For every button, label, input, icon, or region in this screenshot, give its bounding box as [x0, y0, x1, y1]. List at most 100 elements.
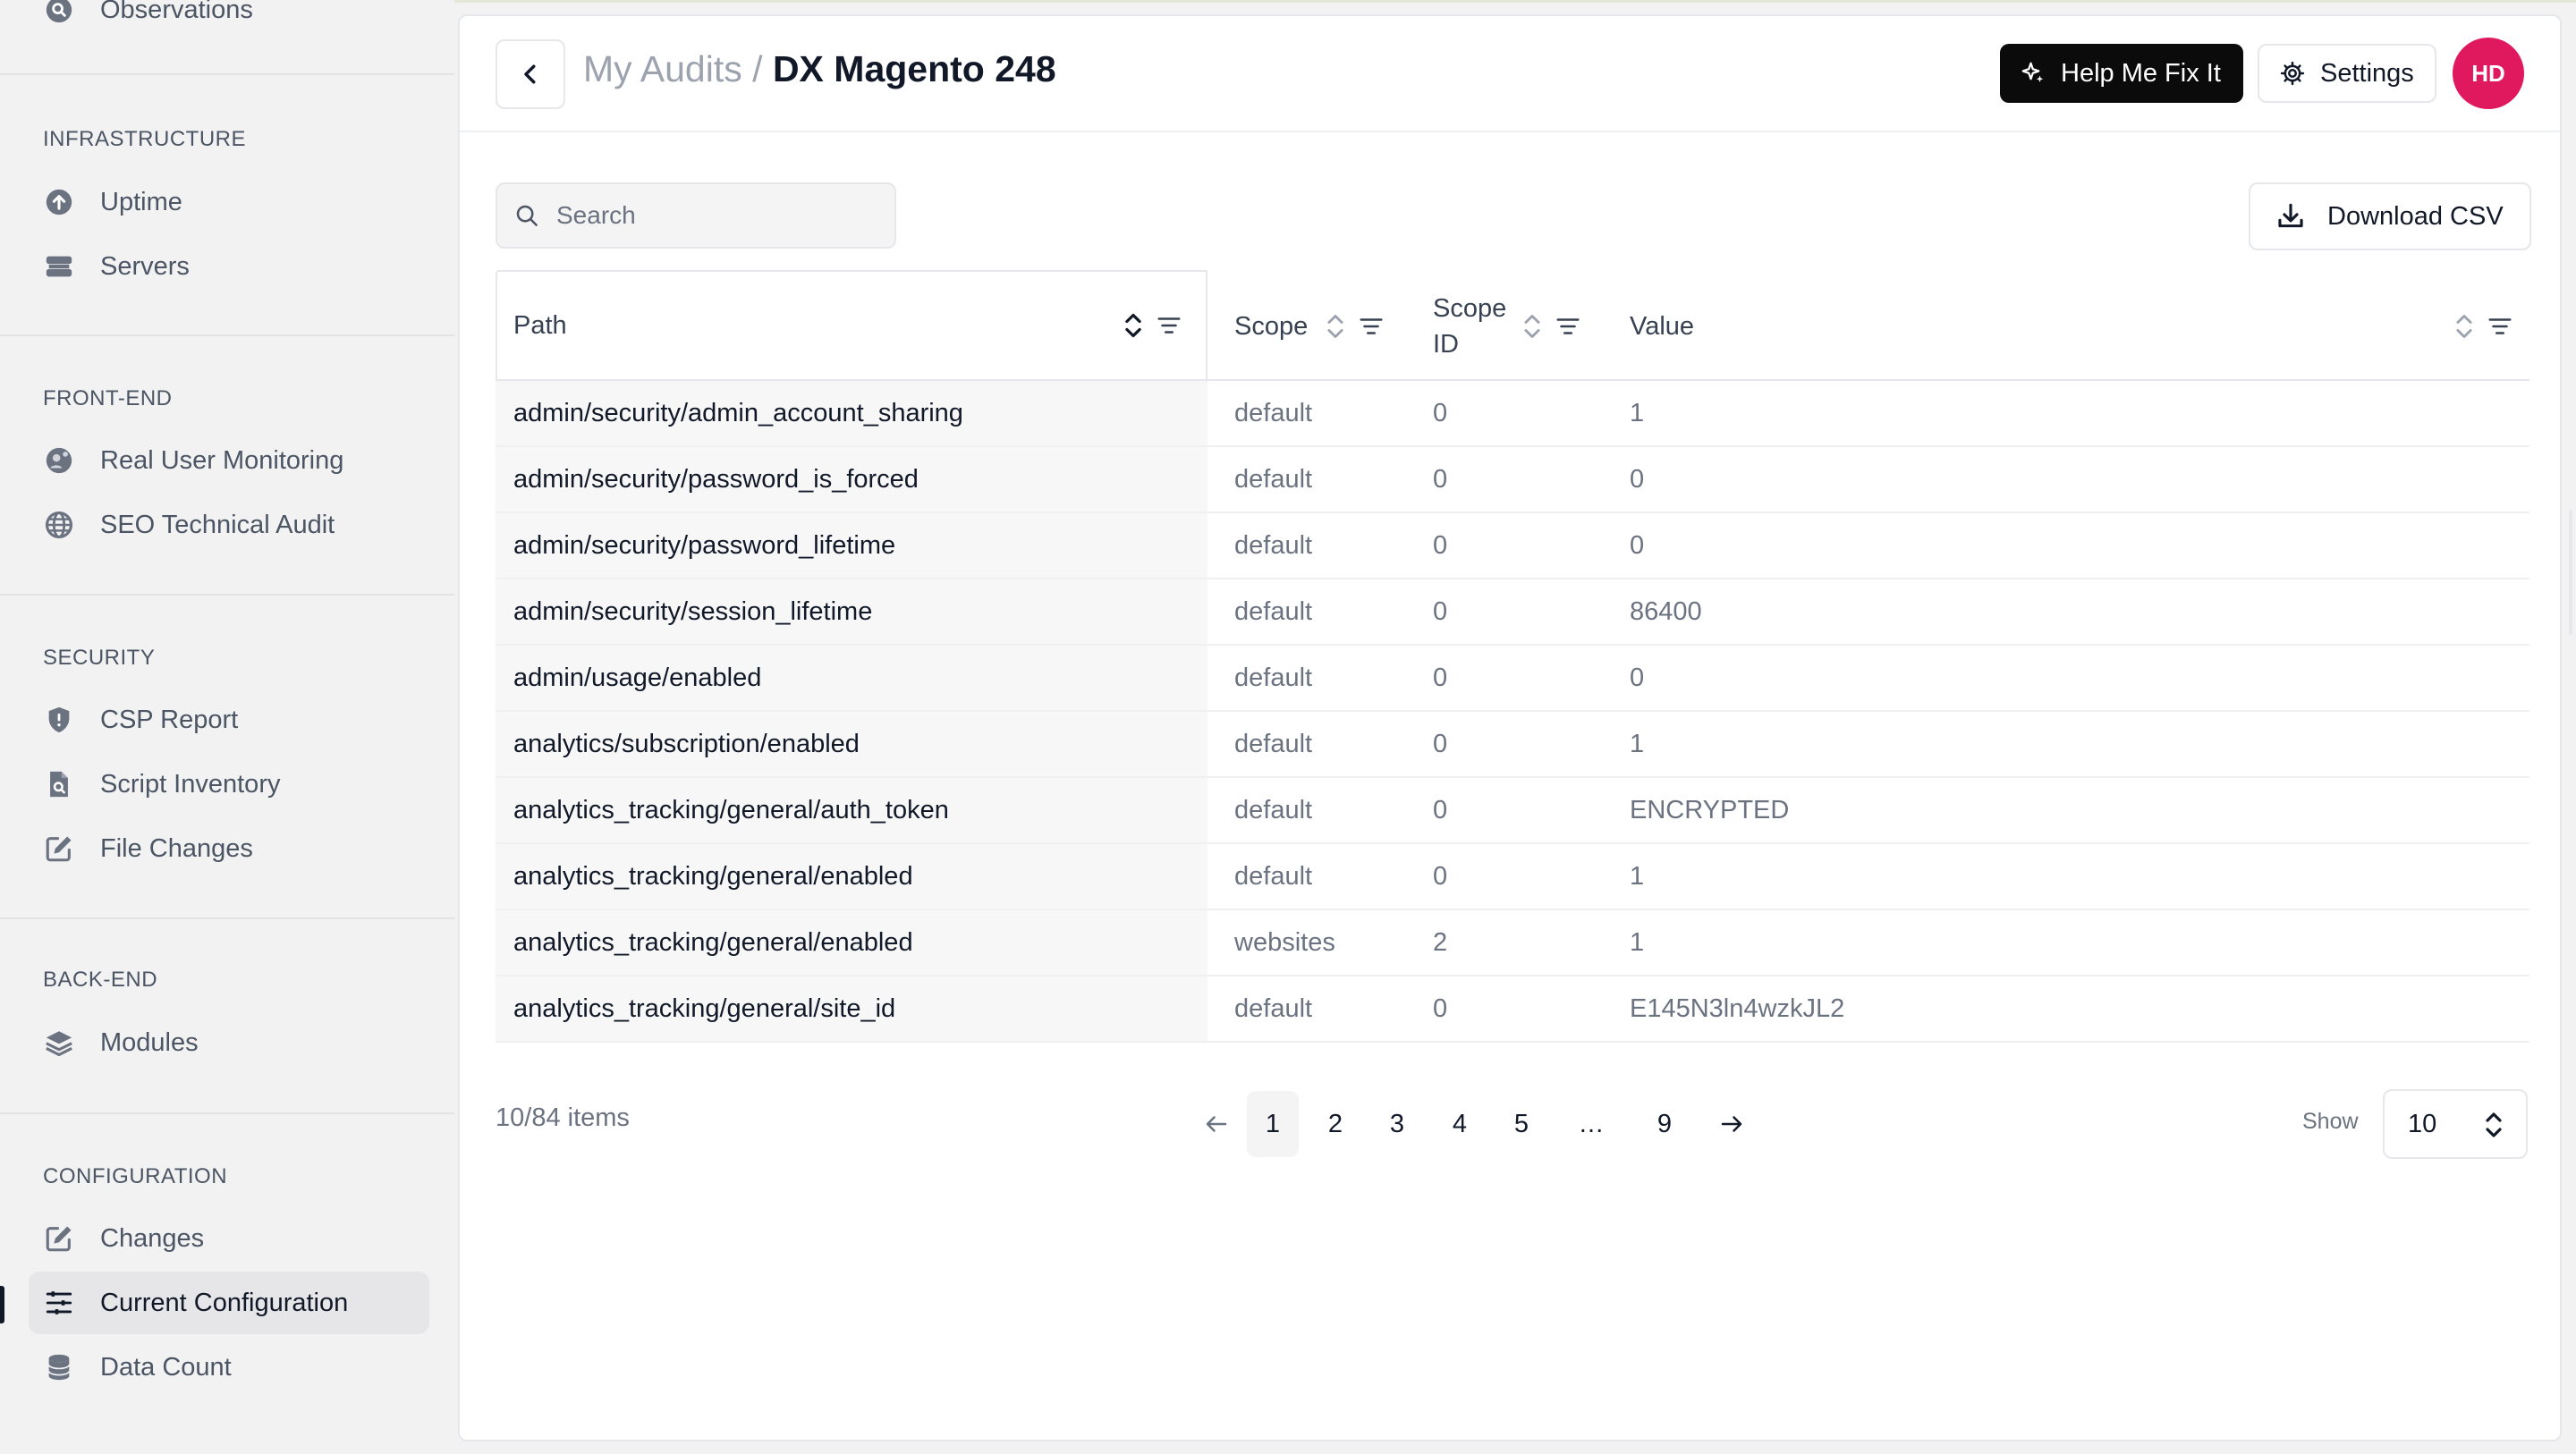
sidebar-section-infrastructure: INFRASTRUCTURE Uptime Servers	[0, 75, 454, 336]
sidebar-item-observations[interactable]: Observations	[29, 0, 429, 41]
column-controls	[1123, 311, 1182, 340]
column-header-scope[interactable]: Scope	[1234, 272, 1413, 381]
settings-button[interactable]: Settings	[2258, 44, 2436, 103]
page-button-4[interactable]: 4	[1434, 1091, 1486, 1157]
file-search-icon	[43, 768, 75, 800]
page-button-9[interactable]: 9	[1639, 1091, 1690, 1157]
table-row: admin/security/session_lifetime default …	[496, 579, 2529, 646]
layers-icon	[43, 1027, 75, 1059]
table-row: analytics_tracking/general/enabled defau…	[496, 844, 2529, 910]
cell-scope-id: 0	[1433, 795, 1448, 824]
sidebar-item-real-user-monitoring[interactable]: Real User Monitoring	[29, 429, 429, 492]
filter-icon[interactable]	[1358, 313, 1385, 340]
cell-path: admin/security/admin_account_sharing	[513, 398, 963, 427]
page-button-3[interactable]: 3	[1371, 1091, 1423, 1157]
column-header-value[interactable]: Value	[1630, 272, 2529, 381]
sidebar-item-script-inventory[interactable]: Script Inventory	[29, 753, 429, 816]
page-size-select[interactable]: 10	[2383, 1089, 2528, 1159]
gear-icon	[2279, 60, 2320, 87]
page-button-5[interactable]: 5	[1496, 1091, 1547, 1157]
column-header-path[interactable]: Path	[496, 270, 1208, 381]
download-csv-label: Download CSV	[2327, 201, 2504, 231]
cell-path: analytics_tracking/general/auth_token	[513, 795, 949, 824]
table-row: admin/security/password_is_forced defaul…	[496, 447, 2529, 513]
page-button-2[interactable]: 2	[1309, 1091, 1361, 1157]
arrow-up-circle-icon	[43, 186, 75, 218]
sidebar-item-file-changes[interactable]: File Changes	[29, 817, 429, 880]
download-csv-button[interactable]: Download CSV	[2249, 182, 2531, 250]
sidebar-item-changes[interactable]: Changes	[29, 1207, 429, 1270]
sidebar-item-csp-report[interactable]: CSP Report	[29, 689, 429, 751]
breadcrumb-parent-link[interactable]: My Audits	[583, 48, 742, 89]
avatar[interactable]: HD	[2453, 38, 2524, 109]
arrow-left-icon	[1203, 1111, 1230, 1137]
column-header-scope-id[interactable]: Scope ID	[1433, 272, 1612, 381]
column-header-label: Value	[1630, 311, 1695, 341]
magnifier-circle-icon	[43, 0, 75, 26]
cell-scope-id: 0	[1433, 464, 1448, 494]
table-header: Path Scope Scope ID Value	[496, 270, 2529, 381]
table-row: admin/security/password_lifetime default…	[496, 513, 2529, 579]
table-row: analytics/subscription/enabled default 0…	[496, 712, 2529, 778]
arrow-right-icon	[1718, 1111, 1745, 1137]
cell-scope: default	[1234, 464, 1313, 494]
cell-scope-id: 2	[1433, 927, 1448, 957]
sidebar-item-label: Script Inventory	[100, 769, 281, 799]
page-ellipsis: …	[1578, 1109, 1605, 1138]
sort-icon[interactable]	[1123, 311, 1143, 340]
cell-path: analytics_tracking/general/enabled	[513, 861, 913, 891]
main-panel: My Audits / DX Magento 248 Help Me Fix I…	[458, 14, 2562, 1441]
cell-value: 0	[1630, 663, 1645, 692]
prev-page-button[interactable]	[1191, 1091, 1241, 1157]
back-button[interactable]	[496, 39, 565, 109]
sidebar-item-label: Observations	[100, 0, 253, 24]
sidebar-item-label: CSP Report	[100, 705, 239, 734]
next-page-button[interactable]	[1707, 1091, 1757, 1157]
globe-icon	[43, 509, 75, 541]
sidebar-item-seo-technical-audit[interactable]: SEO Technical Audit	[29, 494, 429, 556]
cell-scope-id: 0	[1433, 663, 1448, 692]
table-row: analytics_tracking/general/auth_token de…	[496, 778, 2529, 844]
page-button-1[interactable]: 1	[1247, 1091, 1299, 1157]
sidebar-item-data-count[interactable]: Data Count	[29, 1336, 429, 1399]
cell-scope: default	[1234, 993, 1313, 1023]
cell-scope: default	[1234, 795, 1313, 824]
sort-icon[interactable]	[1326, 312, 1345, 341]
cell-scope: default	[1234, 861, 1313, 891]
sidebar-item-label: File Changes	[100, 833, 253, 863]
filter-icon[interactable]	[2487, 313, 2513, 340]
column-header-label: Scope	[1234, 311, 1309, 341]
sidebar-item-current-configuration[interactable]: Current Configuration	[29, 1272, 429, 1334]
sidebar-item-label: Servers	[100, 251, 190, 281]
table-row: admin/usage/enabled default 0 0	[496, 646, 2529, 712]
sparkle-icon	[2020, 60, 2061, 87]
filter-icon[interactable]	[1156, 312, 1182, 339]
sidebar-section-back-end: BACK-END Modules	[0, 919, 454, 1114]
sidebar-item-modules[interactable]: Modules	[29, 1011, 429, 1074]
search-input[interactable]	[556, 201, 878, 230]
column-controls	[1522, 312, 1581, 341]
cell-scope-id: 0	[1433, 530, 1448, 560]
sidebar-item-servers[interactable]: Servers	[29, 235, 429, 298]
sort-icon[interactable]	[2454, 312, 2474, 341]
filter-icon[interactable]	[1555, 313, 1581, 340]
search-icon	[513, 202, 540, 229]
help-me-fix-it-button[interactable]: Help Me Fix It	[2000, 44, 2243, 103]
sidebar-item-uptime[interactable]: Uptime	[29, 171, 429, 233]
page-size-label: Show	[2302, 1109, 2359, 1134]
cell-scope: default	[1234, 596, 1313, 626]
cell-scope-id: 0	[1433, 596, 1448, 626]
sidebar-item-label: Changes	[100, 1223, 205, 1253]
cell-scope-id: 0	[1433, 861, 1448, 891]
column-header-label: Scope ID	[1433, 291, 1506, 362]
config-table: Path Scope Scope ID Value admin/security…	[496, 270, 2529, 1043]
cell-path: admin/security/password_lifetime	[513, 530, 896, 560]
settings-button-label: Settings	[2320, 58, 2414, 88]
cell-scope: default	[1234, 663, 1313, 692]
cell-scope-id: 0	[1433, 993, 1448, 1023]
sort-icon[interactable]	[1522, 312, 1542, 341]
sidebar-item-label: SEO Technical Audit	[100, 510, 335, 539]
pencil-square-icon	[43, 833, 75, 865]
cell-value: 1	[1630, 398, 1645, 427]
cell-path: admin/usage/enabled	[513, 663, 762, 692]
